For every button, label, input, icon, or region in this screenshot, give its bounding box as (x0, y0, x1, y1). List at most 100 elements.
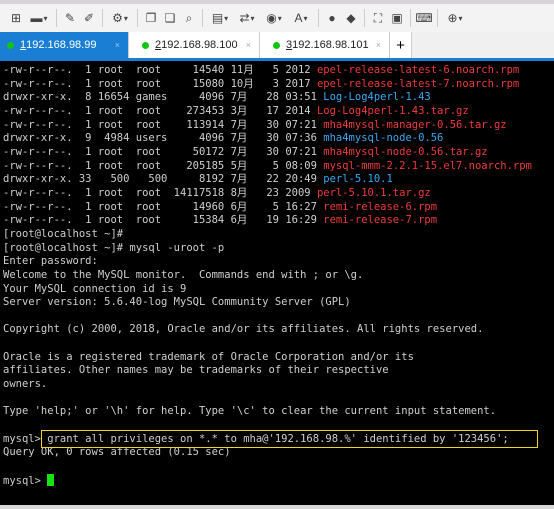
output-text: Query OK, 0 rows affected (0.15 sec) (3, 446, 231, 459)
output-text: Welcome to the MySQL monitor. Commands e… (3, 268, 364, 281)
terminal-line: Type 'help;' or '\h' for help. Type '\c'… (3, 405, 554, 419)
open-folder-icon[interactable]: ▬ (27, 9, 51, 27)
print-icon[interactable]: ▤ (208, 9, 232, 27)
status-bar (0, 505, 554, 509)
file-meta: -rw-r--r--. 1 root root 14960 6月 5 16:27 (3, 200, 324, 213)
file-meta: -rw-r--r--. 1 root root 205185 5月 5 08:0… (3, 159, 324, 172)
close-icon[interactable]: × (115, 40, 120, 50)
file-name: mha4mysql-manager-0.56.tar.gz (323, 118, 507, 131)
tab-label: 192.168.98.101 (292, 39, 369, 51)
connected-icon (273, 41, 280, 49)
file-meta: drwxr-xr-x. 9 4984 users 4096 7月 30 07:3… (3, 132, 324, 145)
disconnect-icon[interactable]: ✐ (81, 9, 97, 27)
xftp-icon[interactable]: ● (324, 9, 340, 27)
toolbar-separator (137, 9, 138, 27)
toolbar-separator (364, 9, 365, 27)
terminal-line: Oracle is a registered trademark of Orac… (3, 351, 554, 365)
file-name: epel-release-latest-7.noarch.rpm (316, 77, 520, 90)
prompt-text: mysql> (3, 474, 48, 487)
toolbar: ⊞▬ ✎✐ ⚙ ❐❏⌕ ▤⇄◉A ●◆ ⛶▣ ⌨ ⊕ (0, 0, 554, 32)
terminal-line: affiliates. Other names may be trademark… (3, 364, 554, 378)
terminal-line: -rw-r--r--. 1 root root 14960 6月 5 16:27… (3, 201, 554, 215)
lock-icon[interactable]: ▣ (389, 9, 405, 27)
toolbar-separator (202, 9, 203, 27)
terminal-line: mysql> (3, 473, 554, 489)
terminal-line: owners. (3, 378, 554, 392)
terminal-line: drwxr-xr-x. 8 16654 games 4096 7月 28 03:… (3, 91, 554, 105)
file-meta: drwxr-xr-x. 33 500 500 8192 7月 22 20:49 (3, 173, 324, 186)
terminal-line: Query OK, 0 rows affected (0.15 sec) (3, 446, 554, 460)
copy-icon[interactable]: ❐ (143, 9, 159, 27)
tab-session-1[interactable]: 1 192.168.98.99 × (0, 32, 129, 58)
tab-label: 192.168.98.100 (161, 39, 238, 51)
output-text: Your MySQL connection id is 9 (3, 282, 187, 295)
terminal-line: Your MySQL connection id is 9 (3, 283, 554, 297)
terminal-line: Copyright (c) 2000, 2018, Oracle and/or … (3, 323, 554, 337)
output-text: owners. (3, 378, 48, 391)
output-text: affiliates. Other names may be trademark… (3, 364, 389, 377)
file-meta: -rw-r--r--. 1 root root 273453 3月 17 201… (3, 104, 317, 117)
output-text: [root@localhost ~]# (3, 227, 124, 240)
fullscreen-icon[interactable]: ⛶ (370, 9, 386, 27)
toolbar-separator (102, 9, 103, 27)
settings-icon[interactable]: ⚙ (108, 9, 132, 27)
directory-name: mha4mysql-node-0.56 (323, 132, 444, 145)
output-text: Server version: 5.6.40-log MySQL Communi… (3, 296, 351, 309)
highlight-box (41, 430, 538, 448)
close-icon[interactable]: × (376, 40, 381, 50)
paste-icon[interactable]: ❏ (162, 9, 178, 27)
globe-icon[interactable]: ◉ (262, 9, 286, 27)
file-name: perl-5.10.1.tar.gz (316, 186, 431, 199)
file-meta: -rw-r--r--. 1 root root 14117518 8月 23 2… (3, 186, 317, 199)
terminal-line: -rw-r--r--. 1 root root 15384 6月 19 16:2… (3, 214, 554, 228)
terminal-line: [root@localhost ~]# mysql -uroot -p (3, 242, 554, 256)
file-name: epel-release-latest-6.noarch.rpm (316, 64, 520, 76)
close-icon[interactable]: × (246, 40, 251, 50)
file-meta: -rw-r--r--. 1 root root 14540 11月 5 2012 (3, 64, 317, 76)
terminal-line: -rw-r--r--. 1 root root 15080 10月 3 2017… (3, 78, 554, 92)
terminal-line: -rw-r--r--. 1 root root 273453 3月 17 201… (3, 105, 554, 119)
connect-icon[interactable]: ✎ (62, 9, 78, 27)
find-icon[interactable]: ⌕ (181, 9, 197, 27)
directory-name: Log-Log4perl-1.43 (323, 91, 431, 104)
tab-session-2[interactable]: 2 192.168.98.100 × (129, 32, 260, 58)
transfer-icon[interactable]: ⇄ (235, 9, 259, 27)
file-name: mysql-mmm-2.2.1-15.el7.noarch.rpm (323, 159, 532, 172)
terminal-line: [root@localhost ~]# (3, 228, 554, 242)
file-meta: -rw-r--r--. 1 root root 50172 7月 30 07:2… (3, 145, 324, 158)
file-meta: -rw-r--r--. 1 root root 113914 7月 30 07:… (3, 118, 324, 131)
terminal-line: drwxr-xr-x. 33 500 500 8192 7月 22 20:49 … (3, 173, 554, 187)
font-icon[interactable]: A (289, 9, 313, 27)
toolbar-separator (56, 9, 57, 27)
keyboard-icon[interactable]: ⌨ (415, 9, 432, 27)
directory-name: perl-5.10.1 (323, 173, 393, 186)
terminal-line: -rw-r--r--. 1 root root 113914 7月 30 07:… (3, 119, 554, 133)
connected-icon (142, 41, 149, 49)
toolbar-separator (318, 9, 319, 27)
file-name: Log-Log4perl-1.43.tar.gz (316, 104, 469, 117)
terminal-line: Server version: 5.6.40-log MySQL Communi… (3, 296, 554, 310)
file-name: remi-release-6.rpm (323, 200, 438, 213)
toolbar-separator (437, 9, 438, 27)
output-text: Type 'help;' or '\h' for help. Type '\c'… (3, 405, 497, 418)
tab-bar: 1 192.168.98.99 × 2 192.168.98.100 × 3 192… (0, 32, 554, 58)
output-text: Enter password: (3, 255, 98, 268)
new-session-icon[interactable]: ⊞ (8, 9, 24, 27)
output-text: [root@localhost ~]# mysql -uroot -p (3, 241, 225, 254)
output-text: Copyright (c) 2000, 2018, Oracle and/or … (3, 323, 484, 336)
terminal-line: Welcome to the MySQL monitor. Commands e… (3, 269, 554, 283)
xmanager-icon[interactable]: ◆ (343, 9, 359, 27)
tab-session-3[interactable]: 3 192.168.98.101 × (260, 32, 390, 58)
file-name: remi-release-7.rpm (323, 214, 438, 227)
new-tab-button[interactable]: + (390, 32, 412, 58)
connected-icon (7, 41, 14, 49)
file-meta: drwxr-xr-x. 8 16654 games 4096 7月 28 03:… (3, 91, 324, 104)
output-text: Oracle is a registered trademark of Orac… (3, 350, 414, 363)
file-meta: -rw-r--r--. 1 root root 15080 10月 3 2017 (3, 77, 317, 90)
add-icon[interactable]: ⊕ (443, 9, 467, 27)
file-meta: -rw-r--r--. 1 root root 15384 6月 19 16:2… (3, 214, 324, 227)
terminal-line: Enter password: (3, 255, 554, 269)
toolbar-separator (410, 9, 411, 27)
